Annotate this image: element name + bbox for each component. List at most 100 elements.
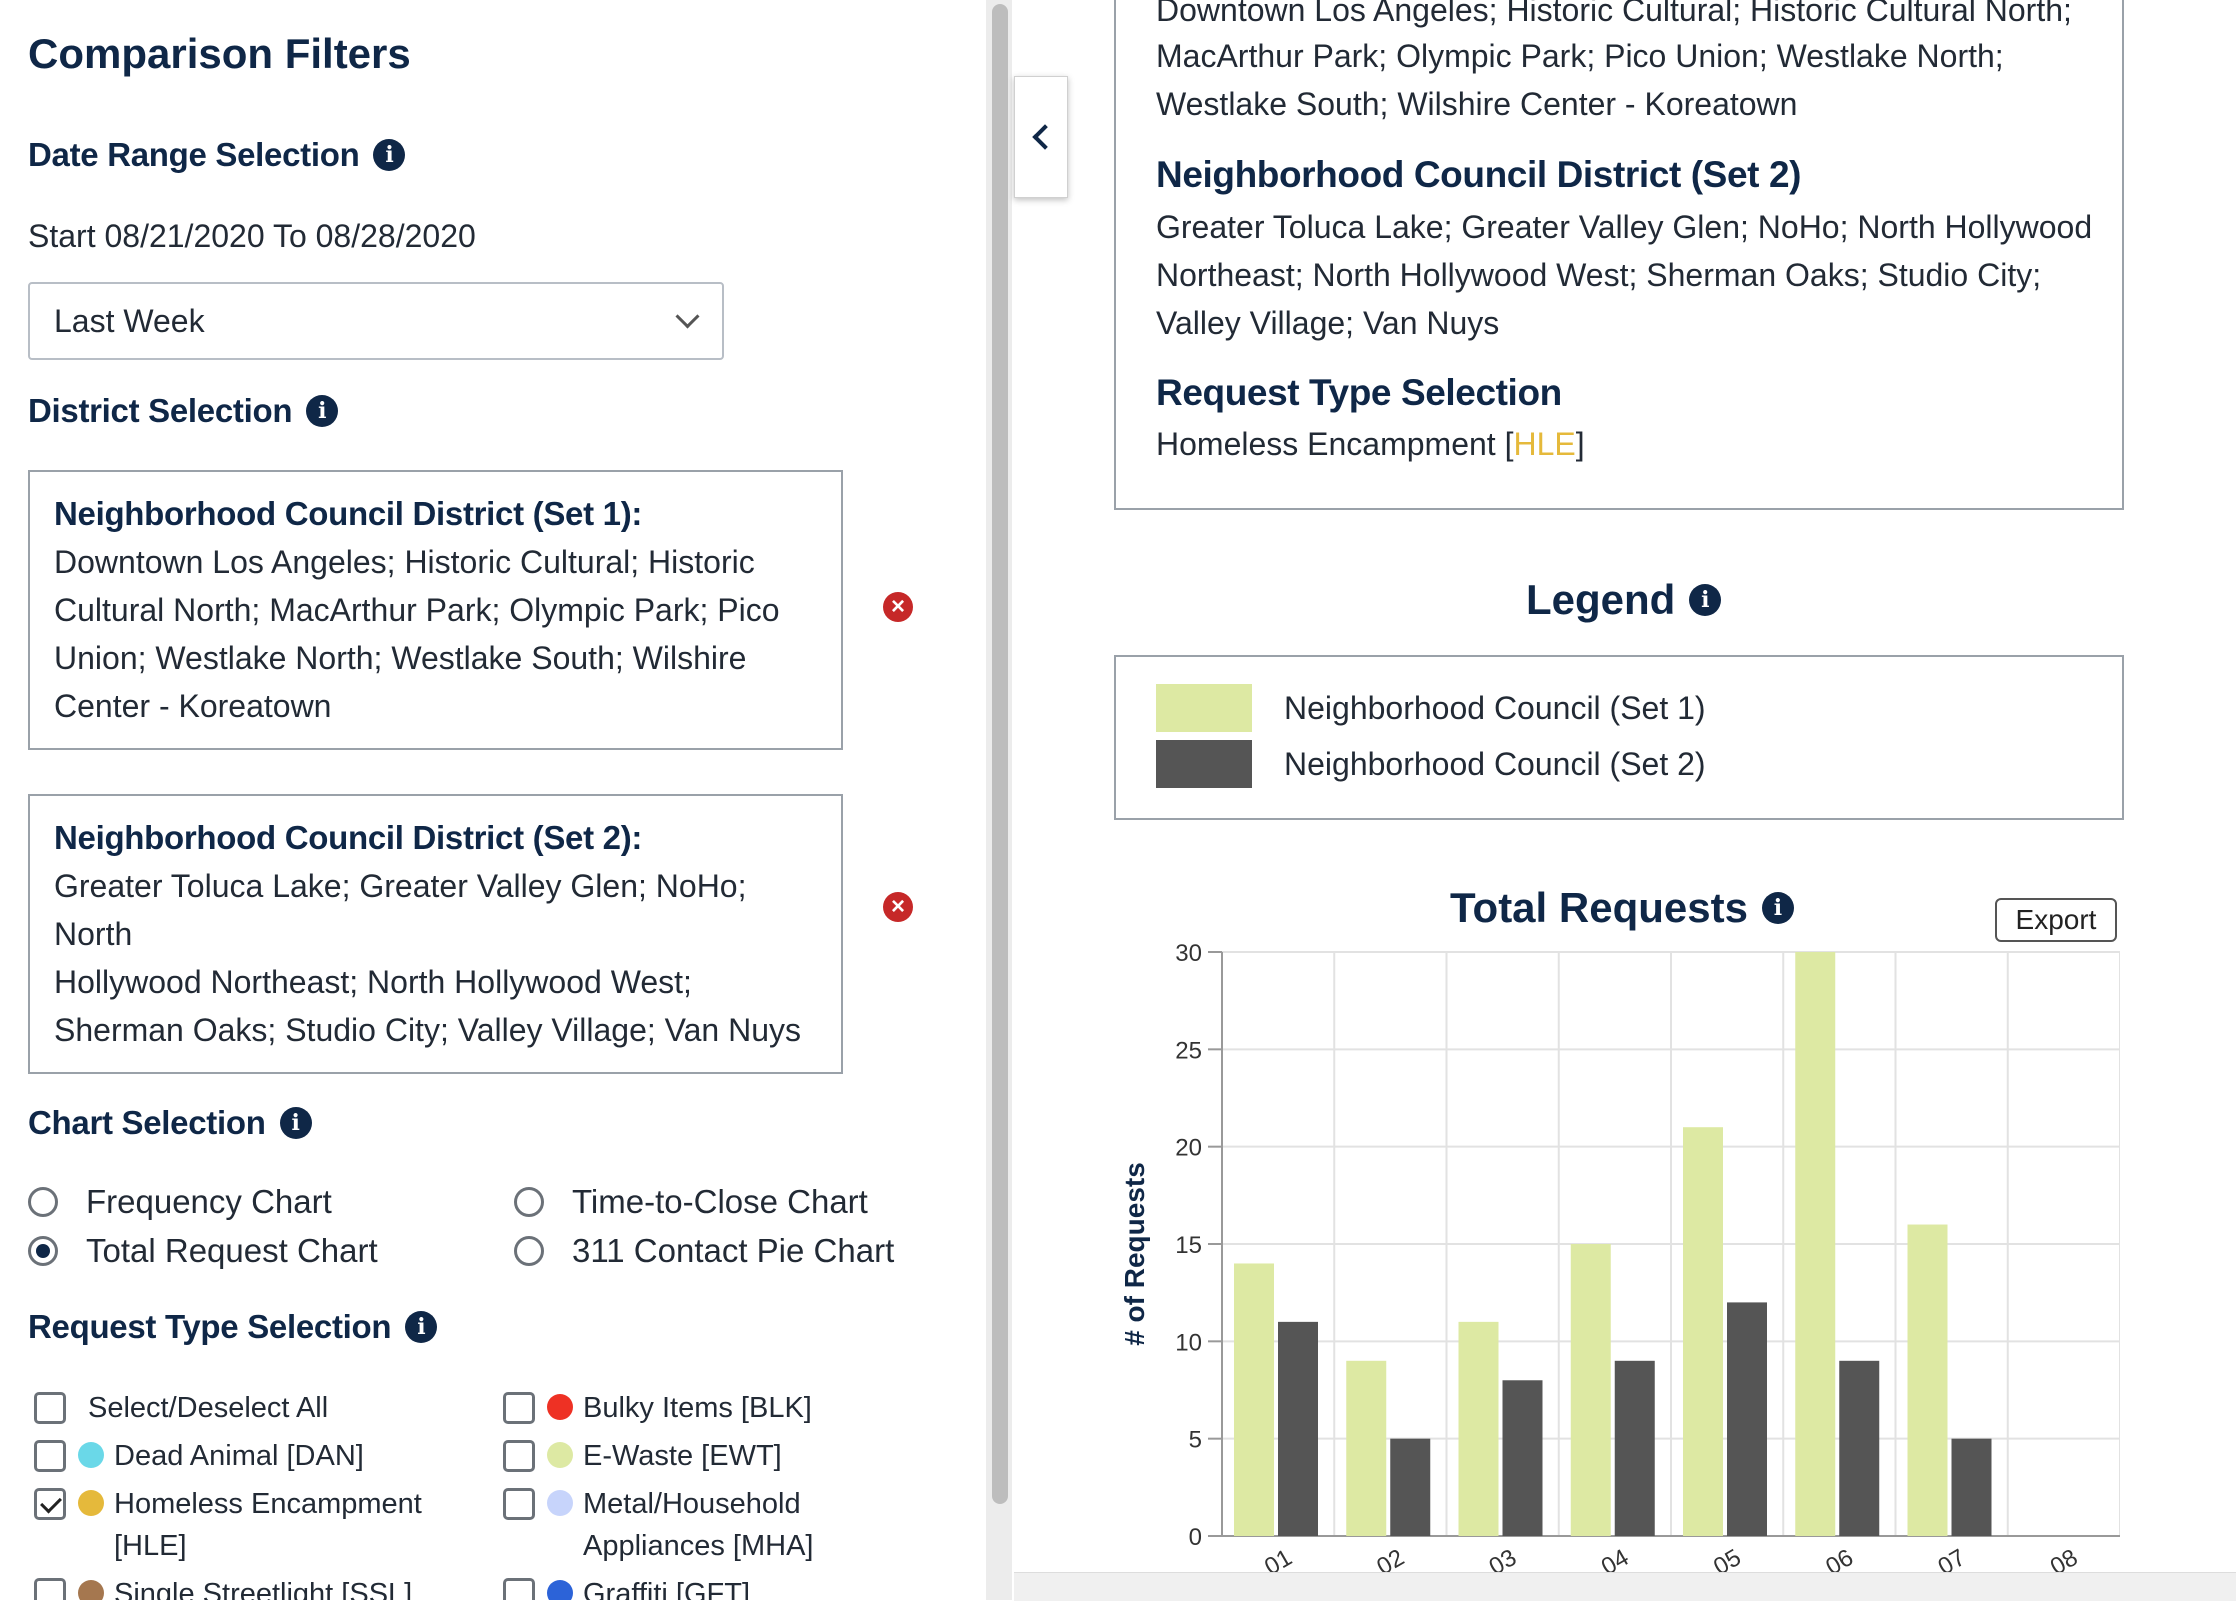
checkbox-dead-animal[interactable]: Dead Animal [DAN]: [34, 1440, 364, 1477]
y-tick-label: 30: [1175, 940, 1202, 967]
x-tick-label: 01: [1260, 1544, 1297, 1572]
checkbox-bulky-items[interactable]: Bulky Items [BLK]: [503, 1392, 812, 1429]
checkbox-e-waste[interactable]: E-Waste [EWT]: [503, 1440, 782, 1477]
summary-set2-line: Northeast; North Hollywood West; Sherman…: [1156, 257, 2042, 293]
legend-label: Neighborhood Council (Set 2): [1284, 745, 1706, 782]
checkbox-graffiti[interactable]: Graffiti [GFT]: [503, 1578, 750, 1600]
graffiti-color-dot: [547, 1580, 573, 1600]
checkbox-single-streetlight[interactable]: Single Streetlight [SSL]: [34, 1578, 412, 1600]
request-type-heading: Request Type Selection i: [28, 1308, 438, 1346]
bar-set2: [1278, 1321, 1318, 1536]
summary-set2-line: Greater Toluca Lake; Greater Valley Glen…: [1156, 209, 2093, 245]
bulky-items-color-dot: [547, 1394, 573, 1420]
summary-request-heading: Request Type Selection: [1156, 372, 1562, 413]
radio-button[interactable]: [28, 1236, 58, 1266]
info-icon[interactable]: i: [306, 395, 339, 427]
bar-set1: [1683, 1127, 1723, 1536]
checkbox[interactable]: [503, 1488, 535, 1520]
bar-set1: [1907, 1224, 1948, 1536]
checkbox[interactable]: [503, 1578, 535, 1600]
scrollbar-thumb[interactable]: [992, 4, 1008, 1504]
remove-set1-icon[interactable]: ×: [883, 592, 913, 622]
legend-item-set1: Neighborhood Council (Set 1): [1156, 684, 1706, 732]
e-waste-color-dot: [547, 1442, 573, 1468]
y-axis-label: # of Requests: [1119, 1162, 1150, 1346]
info-icon[interactable]: i: [1689, 584, 1722, 616]
checkbox-label: Dead Animal [DAN]: [114, 1440, 364, 1472]
date-range-select-value: Last Week: [54, 302, 205, 339]
summary-set1-line: Westlake South; Wilshire Center - Koreat…: [1156, 86, 1798, 122]
checkbox[interactable]: [503, 1440, 535, 1472]
checkbox[interactable]: [34, 1440, 66, 1472]
request-type-heading-label: Request Type Selection: [28, 1308, 392, 1345]
district-set1-line: Downtown Los Angeles; Historic Cultural;…: [54, 544, 755, 580]
radio-button[interactable]: [28, 1187, 58, 1217]
summary-request-code: HLE: [1513, 426, 1576, 462]
legend-title-label: Legend: [1526, 576, 1676, 623]
collapse-panel-button[interactable]: [1014, 76, 1068, 198]
homeless-encampment-color-dot: [78, 1490, 104, 1516]
district-set1-line: Cultural North; MacArthur Park; Olympic …: [54, 592, 780, 628]
x-tick-label: 07: [1934, 1544, 1971, 1572]
legend-box: [1114, 655, 2124, 820]
district-set1-line: Center - Koreatown: [54, 688, 332, 724]
bar-set2: [1614, 1360, 1655, 1536]
radio-contact-pie-chart[interactable]: 311 Contact Pie Chart: [514, 1232, 894, 1270]
radio-label: 311 Contact Pie Chart: [572, 1232, 895, 1269]
x-tick-label: 02: [1372, 1544, 1409, 1572]
bar-set1: [1570, 1244, 1611, 1536]
info-icon[interactable]: i: [279, 1107, 312, 1139]
date-range-select[interactable]: Last Week: [28, 282, 724, 360]
horizontal-scrollbar[interactable]: [1014, 1572, 2236, 1601]
date-range-heading-label: Date Range Selection: [28, 136, 360, 173]
summary-set2-line: Valley Village; Van Nuys: [1156, 305, 1500, 341]
chart-selection-heading-label: Chart Selection: [28, 1104, 266, 1141]
checkbox-select-all[interactable]: Select/Deselect All: [34, 1392, 328, 1429]
district-heading-label: District Selection: [28, 392, 293, 429]
info-icon[interactable]: i: [373, 139, 406, 171]
checkbox-label: Metal/Household Appliances [MHA]: [583, 1483, 814, 1567]
checkbox-label: E-Waste [EWT]: [583, 1440, 782, 1472]
date-range-heading: Date Range Selection i: [28, 136, 406, 174]
info-icon[interactable]: i: [405, 1311, 438, 1343]
x-tick-label: 05: [1709, 1544, 1746, 1572]
total-requests-chart: 05101520253001 02 03 04 05 06 07 08# of Request…: [1119, 940, 2120, 1572]
chart-selection-heading: Chart Selection i: [28, 1104, 312, 1142]
radio-time-to-close-chart[interactable]: Time-to-Close Chart: [514, 1183, 868, 1221]
district-set1-title: Neighborhood Council District (Set 1):: [54, 495, 643, 532]
date-range-text: Start 08/21/2020 To 08/28/2020: [28, 218, 476, 254]
summary-set2-heading: Neighborhood Council District (Set 2): [1156, 154, 1802, 195]
remove-set2-icon[interactable]: ×: [883, 892, 913, 922]
radio-label: Time-to-Close Chart: [572, 1183, 868, 1220]
checkbox-label: Homeless Encampment [HLE]: [114, 1483, 422, 1567]
x-tick-label: 03: [1485, 1544, 1522, 1572]
district-set1-line: Union; Westlake North; Westlake South; W…: [54, 640, 747, 676]
radio-button[interactable]: [514, 1236, 544, 1266]
district-set2-box: Neighborhood Council District (Set 2): G…: [28, 794, 843, 1074]
checkbox-label-line: [HLE]: [114, 1530, 187, 1562]
checkbox-label-line: Homeless Encampment: [114, 1488, 422, 1520]
radio-button[interactable]: [514, 1187, 544, 1217]
checkbox[interactable]: [34, 1488, 66, 1520]
district-set2-line: Sherman Oaks; Studio City; Valley Villag…: [54, 1012, 802, 1048]
radio-total-request-chart[interactable]: Total Request Chart: [28, 1232, 378, 1270]
single-streetlight-color-dot: [78, 1580, 104, 1600]
checkbox-label: Select/Deselect All: [88, 1392, 329, 1424]
checkbox-label: Graffiti [GFT]: [583, 1578, 751, 1600]
chevron-down-icon: [675, 304, 700, 329]
radio-frequency-chart[interactable]: Frequency Chart: [28, 1183, 332, 1221]
summary-set1-line: MacArthur Park; Olympic Park; Pico Union…: [1156, 38, 2004, 74]
info-icon[interactable]: i: [1761, 892, 1794, 924]
checkbox-label-line: Appliances [MHA]: [583, 1530, 814, 1562]
checkbox[interactable]: [503, 1392, 535, 1424]
metal-household-color-dot: [547, 1490, 573, 1516]
checkbox-homeless-encampment[interactable]: Homeless Encampment [HLE]: [34, 1488, 422, 1567]
chart-title-label: Total Requests: [1450, 884, 1748, 931]
bar-set2: [1951, 1438, 1992, 1536]
checkbox-metal-household[interactable]: Metal/Household Appliances [MHA]: [503, 1488, 814, 1567]
legend-label: Neighborhood Council (Set 1): [1284, 689, 1706, 726]
checkbox[interactable]: [34, 1578, 66, 1600]
checkbox[interactable]: [34, 1392, 66, 1424]
legend-title: Legend i: [1526, 576, 1722, 624]
district-heading: District Selection i: [28, 392, 339, 430]
